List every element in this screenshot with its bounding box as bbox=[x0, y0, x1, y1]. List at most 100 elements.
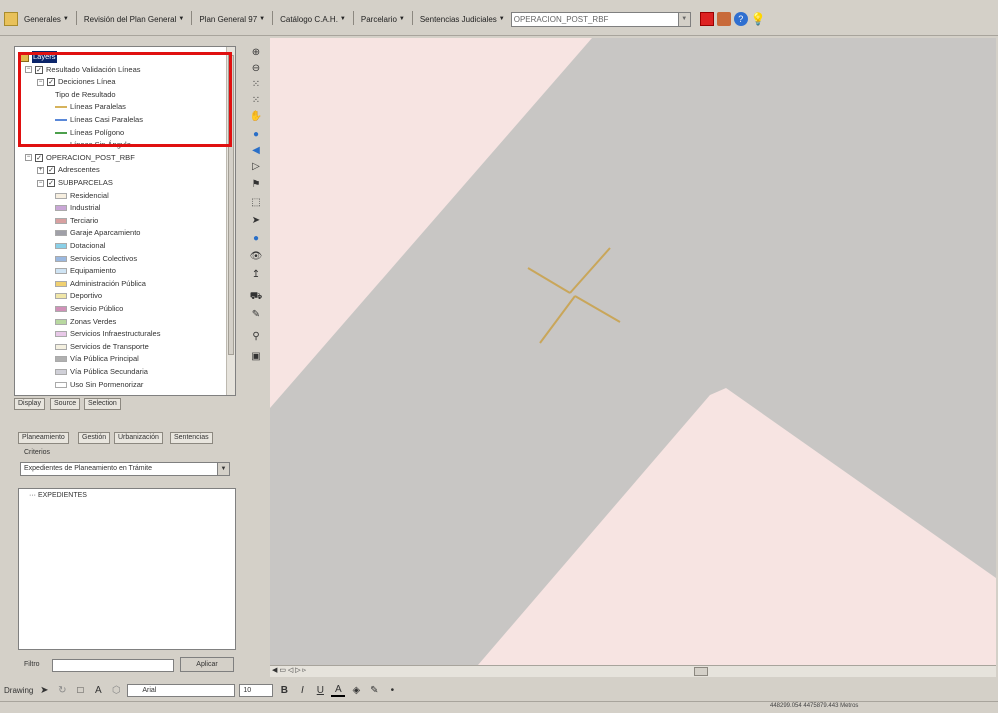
underline-icon[interactable]: U bbox=[313, 685, 327, 696]
pan-icon[interactable]: ✋ bbox=[249, 110, 263, 124]
tab-selection[interactable]: Selection bbox=[84, 398, 121, 410]
line-color-icon[interactable]: ✎ bbox=[367, 685, 381, 696]
back-arrow-icon[interactable]: ◀ bbox=[249, 144, 263, 158]
criterio-select[interactable]: Expedientes de Planeamiento en Trámite ▼ bbox=[20, 462, 230, 476]
app-menu-icon[interactable] bbox=[4, 12, 18, 26]
select-elements-icon[interactable]: ➤ bbox=[37, 685, 51, 696]
filtro-input[interactable] bbox=[52, 659, 174, 672]
tree-root-expedientes[interactable]: ··· EXPEDIENTES bbox=[29, 492, 87, 499]
toc-item[interactable]: Tipo de Resultado bbox=[55, 89, 116, 101]
rectangle-icon[interactable]: □ bbox=[73, 685, 87, 696]
fixed-zoom-out-icon[interactable]: ⁙ bbox=[249, 94, 263, 108]
collapse-icon[interactable]: − bbox=[25, 66, 32, 74]
toc-item[interactable]: Servicios Colectivos bbox=[55, 253, 137, 265]
collapse-icon[interactable]: − bbox=[37, 78, 44, 86]
tab-urbanizacion[interactable]: Urbanización bbox=[114, 432, 163, 444]
toolbar-menu-4[interactable]: Parcelario ▼ bbox=[358, 11, 408, 27]
toc-item[interactable]: Líneas Polígono bbox=[55, 127, 124, 139]
go-to-xy-icon[interactable]: ↥ bbox=[249, 268, 263, 282]
map-hscroll[interactable]: ◀ ▭ ◁ ▷ ▹ bbox=[270, 665, 996, 677]
page-nav-icons[interactable]: ◀ ▭ ◁ ▷ ▹ bbox=[272, 666, 306, 674]
layer-visibility-checkbox[interactable]: ✓ bbox=[47, 166, 55, 175]
forward-arrow-icon[interactable]: ▷ bbox=[249, 160, 263, 174]
font-size-select[interactable]: 10 bbox=[239, 683, 274, 697]
toolbar-menu-0[interactable]: Generales ▼ bbox=[21, 11, 72, 27]
scrollbar-thumb[interactable] bbox=[694, 667, 708, 676]
fixed-zoom-in-icon[interactable]: ⁙ bbox=[249, 78, 263, 92]
toc-item[interactable]: Servicio Público bbox=[55, 303, 123, 315]
scrollbar-thumb[interactable] bbox=[228, 55, 234, 355]
toc-item[interactable]: − ✓ Resultado Validación Líneas bbox=[25, 64, 141, 76]
text-icon[interactable]: A bbox=[91, 685, 105, 696]
layer-visibility-checkbox[interactable]: ✓ bbox=[35, 153, 43, 162]
marker-color-icon[interactable]: • bbox=[385, 685, 399, 696]
collapse-icon[interactable]: − bbox=[25, 154, 32, 162]
toc-item[interactable]: Vía Pública Secundaria bbox=[55, 366, 148, 378]
book-icon[interactable] bbox=[716, 12, 731, 26]
font-select[interactable]: Arial bbox=[127, 683, 236, 697]
expand-icon[interactable]: + bbox=[37, 166, 44, 174]
tab-sentencias[interactable]: Sentencias bbox=[170, 432, 213, 444]
toc-item[interactable]: − ✓ SUBPARCELAS bbox=[37, 177, 113, 189]
toc-item[interactable]: Servicios de Transporte bbox=[55, 341, 149, 353]
edit-vertices-icon[interactable]: ⬡ bbox=[109, 685, 123, 696]
toc-item[interactable]: Deportivo bbox=[55, 290, 102, 302]
full-extent-icon[interactable]: ● bbox=[249, 128, 263, 142]
chevron-down-icon[interactable]: ▼ bbox=[217, 463, 229, 475]
tab-source[interactable]: Source bbox=[50, 398, 81, 410]
toc-item[interactable]: Dotacional bbox=[55, 240, 105, 252]
chevron-down-icon[interactable]: ▼ bbox=[677, 12, 690, 26]
toc-item[interactable]: Líneas Sin Ángulo bbox=[55, 139, 131, 151]
tab-planeamiento[interactable]: Planeamiento bbox=[18, 432, 69, 444]
drawing-menu[interactable]: Drawing bbox=[4, 686, 33, 695]
layer-visibility-checkbox[interactable]: ✓ bbox=[35, 65, 43, 74]
italic-icon[interactable]: I bbox=[295, 685, 309, 696]
tab-gestion[interactable]: Gestión bbox=[78, 432, 111, 444]
zoom-in-icon[interactable]: ⊕ bbox=[249, 46, 263, 60]
select-features-icon[interactable]: ⬚ bbox=[249, 196, 263, 210]
toc-item[interactable]: Uso Sin Pormenorizar bbox=[55, 379, 143, 391]
toc-item[interactable]: Administración Pública bbox=[55, 278, 146, 290]
identify-icon[interactable]: ● bbox=[249, 232, 263, 246]
layer-visibility-checkbox[interactable]: ✓ bbox=[47, 179, 55, 187]
toc-item[interactable]: Garaje Aparcamiento bbox=[55, 227, 140, 239]
bold-icon[interactable]: B bbox=[277, 685, 291, 696]
zoom-out-icon[interactable]: ⊖ bbox=[249, 62, 263, 76]
flag-icon[interactable]: ⚑ bbox=[249, 178, 263, 192]
toc-item[interactable]: − ✓ Deciciones Línea bbox=[37, 76, 116, 88]
toolbar-menu-2[interactable]: Plan General 97 ▼ bbox=[196, 11, 268, 27]
toolbar-menu-3[interactable]: Catálogo C.A.H. ▼ bbox=[277, 11, 349, 27]
layer-visibility-checkbox[interactable]: ✓ bbox=[47, 78, 55, 87]
toolbar-menu-5[interactable]: Sentencias Judiciales ▼ bbox=[417, 11, 508, 27]
toolbar-menu-1[interactable]: Revisión del Plan General ▼ bbox=[81, 11, 187, 27]
layer-selector[interactable]: OPERACION_POST_RBF ▼ bbox=[510, 11, 691, 27]
toc-item[interactable]: Líneas Paralelas bbox=[55, 101, 126, 113]
lightbulb-icon[interactable]: 💡 bbox=[751, 12, 766, 26]
font-color-icon[interactable]: A bbox=[331, 684, 346, 697]
pointer-icon[interactable]: ➤ bbox=[249, 214, 263, 228]
toc-item[interactable]: Terciario bbox=[55, 215, 98, 227]
toc-item[interactable]: − ✓ OPERACION_POST_RBF bbox=[25, 152, 135, 164]
tab-display[interactable]: Display bbox=[14, 398, 45, 410]
layout-icon[interactable]: ▣ bbox=[249, 350, 263, 364]
toc-item[interactable]: Servicios Infraestructurales bbox=[55, 328, 160, 340]
hyperlink-icon[interactable]: ⚲ bbox=[249, 330, 263, 344]
fill-color-icon[interactable]: ◈ bbox=[349, 685, 363, 696]
stop-icon[interactable] bbox=[699, 12, 714, 26]
toc-item[interactable]: Líneas Casi Paralelas bbox=[55, 114, 143, 126]
collapse-icon[interactable]: − bbox=[37, 179, 44, 187]
toc-scrollbar[interactable] bbox=[226, 47, 235, 395]
toc-item[interactable]: Vía Pública Principal bbox=[55, 353, 139, 365]
toc-item[interactable]: Industrial bbox=[55, 202, 100, 214]
aplicar-button[interactable]: Aplicar bbox=[180, 657, 234, 672]
help-icon[interactable]: ? bbox=[733, 12, 748, 26]
measure-icon[interactable]: ⛟ bbox=[249, 290, 263, 304]
toc-item[interactable]: Zonas Verdes bbox=[55, 316, 116, 328]
toc-item[interactable]: Residencial bbox=[55, 190, 109, 202]
pencil-icon[interactable]: ✎ bbox=[249, 308, 263, 322]
rotate-icon[interactable]: ↻ bbox=[55, 685, 69, 696]
toc-item[interactable]: Equipamiento bbox=[55, 265, 116, 277]
toc-item[interactable]: Layers bbox=[19, 51, 57, 63]
find-icon[interactable]: 👁 bbox=[249, 250, 263, 264]
map-view[interactable] bbox=[270, 38, 996, 665]
